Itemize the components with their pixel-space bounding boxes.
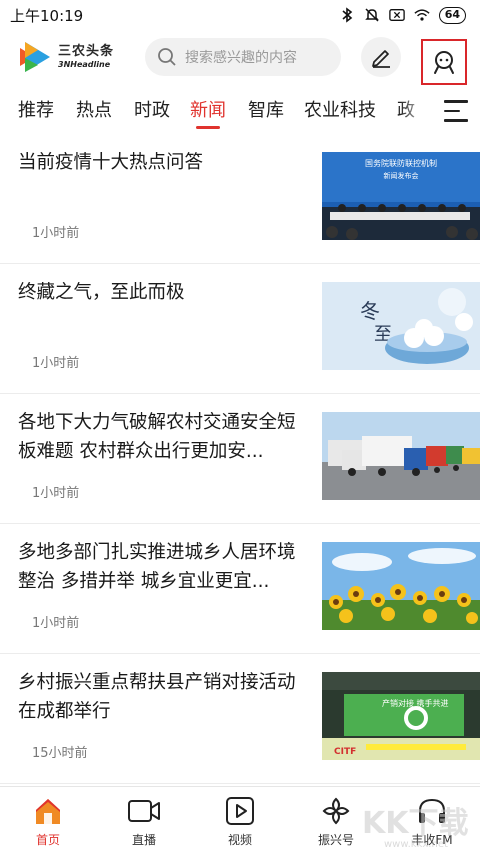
- user-icon: [434, 51, 454, 74]
- home-icon: [31, 795, 65, 827]
- battery-indicator: 64: [438, 6, 466, 24]
- news-item[interactable]: 各地下大力气破解农村交通安全短板难题 农村群众出行更加安... 1小时前: [0, 394, 480, 524]
- bottom-navigation: 首页 直播 视频 振兴号 丰收FM KK下载 www.kkx.net: [0, 786, 480, 853]
- news-title[interactable]: 当前疫情十大热点问答: [18, 148, 308, 177]
- news-item[interactable]: 终藏之气，至此而极 1小时前 冬 至: [0, 264, 480, 394]
- news-feed: 当前疫情十大热点问答 1小时前 国务院联防联控机制 新闻发布会 终藏之气，至此而…: [0, 134, 480, 784]
- thumb-heading: 冬: [360, 299, 380, 323]
- pencil-icon: [372, 50, 390, 68]
- active-tab-indicator: [196, 126, 220, 129]
- search-placeholder: 搜索感兴趣的内容: [185, 50, 297, 66]
- news-time: 15小时前: [32, 746, 88, 761]
- channel-menu-button[interactable]: [432, 88, 480, 134]
- news-thumbnail[interactable]: 冬 至: [322, 282, 480, 370]
- tab-recommend[interactable]: 推荐: [18, 96, 54, 122]
- search-input[interactable]: 搜索感兴趣的内容: [145, 38, 341, 76]
- play-icon: [223, 795, 257, 827]
- tab-fade: [400, 88, 430, 134]
- news-title[interactable]: 终藏之气，至此而极: [18, 278, 308, 307]
- news-time: 1小时前: [32, 356, 80, 371]
- compose-button[interactable]: [361, 37, 401, 77]
- nav-label: 直播: [131, 833, 156, 847]
- user-profile-button[interactable]: [421, 39, 467, 85]
- nav-home[interactable]: 首页: [13, 795, 83, 848]
- top-bar: 三农头条 3NHeadline 搜索感兴趣的内容: [0, 32, 480, 86]
- status-bar: 上午10:19 64: [0, 0, 480, 30]
- logo-text-cn: 三农头条: [58, 44, 115, 59]
- news-title[interactable]: 各地下大力气破解农村交通安全短板难题 农村群众出行更加安...: [18, 408, 308, 466]
- tab-hot[interactable]: 热点: [76, 96, 112, 122]
- tab-news[interactable]: 新闻: [190, 96, 226, 122]
- revitalize-icon: [319, 795, 353, 827]
- news-thumbnail[interactable]: 产销对接 携手共进 CITF: [322, 672, 480, 760]
- watermark-url: www.kkx.net: [384, 839, 448, 850]
- site-watermark: KK下载 www.kkx.net: [362, 806, 469, 850]
- news-item[interactable]: 多地多部门扎实推进城乡人居环境整治 多措并举 城乡宜业更宜... 1小时前: [0, 524, 480, 654]
- nav-label: 振兴号: [317, 833, 354, 847]
- news-thumbnail[interactable]: 国务院联防联控机制 新闻发布会: [322, 152, 480, 240]
- news-title[interactable]: 乡村振兴重点帮扶县产销对接活动在成都举行: [18, 668, 308, 726]
- nav-video[interactable]: 视频: [205, 795, 275, 848]
- logo-mark-icon: [20, 42, 50, 72]
- nav-label: 首页: [35, 833, 60, 847]
- thumb-sub: 新闻发布会: [384, 171, 419, 180]
- mute-icon: [364, 7, 380, 23]
- status-time: 上午10:19: [10, 6, 84, 25]
- thumb-sub: CITF: [334, 747, 356, 757]
- sim-icon: [388, 7, 405, 23]
- tab-agri-tech[interactable]: 农业科技: [304, 96, 376, 122]
- logo-text-en: 3NHeadline: [58, 60, 111, 69]
- app-logo: 三农头条 3NHeadline: [16, 38, 114, 76]
- status-icons: 64: [339, 6, 466, 24]
- category-tabs: 推荐 热点 时政 新闻 智库 农业科技 政: [0, 88, 480, 134]
- search-icon: [158, 48, 176, 66]
- thumb-heading: 国务院联防联控机制: [365, 158, 437, 168]
- nav-label: 视频: [227, 833, 252, 847]
- news-thumbnail[interactable]: [322, 542, 480, 630]
- news-title[interactable]: 多地多部门扎实推进城乡人居环境整治 多措并举 城乡宜业更宜...: [18, 538, 308, 596]
- news-time: 1小时前: [32, 616, 80, 631]
- news-time: 1小时前: [32, 226, 80, 241]
- tab-politics[interactable]: 时政: [134, 96, 170, 122]
- news-item[interactable]: 当前疫情十大热点问答 1小时前 国务院联防联控机制 新闻发布会: [0, 134, 480, 264]
- news-time: 1小时前: [32, 486, 80, 501]
- bluetooth-icon: [339, 7, 355, 23]
- news-thumbnail[interactable]: [322, 412, 480, 500]
- camera-icon: [127, 795, 161, 827]
- tab-think-tank[interactable]: 智库: [248, 96, 284, 122]
- wifi-icon: [414, 7, 430, 23]
- news-item[interactable]: 乡村振兴重点帮扶县产销对接活动在成都举行 15小时前 产销对接 携手共进 CIT…: [0, 654, 480, 784]
- watermark-text: KK下载: [362, 806, 469, 841]
- nav-live[interactable]: 直播: [109, 795, 179, 848]
